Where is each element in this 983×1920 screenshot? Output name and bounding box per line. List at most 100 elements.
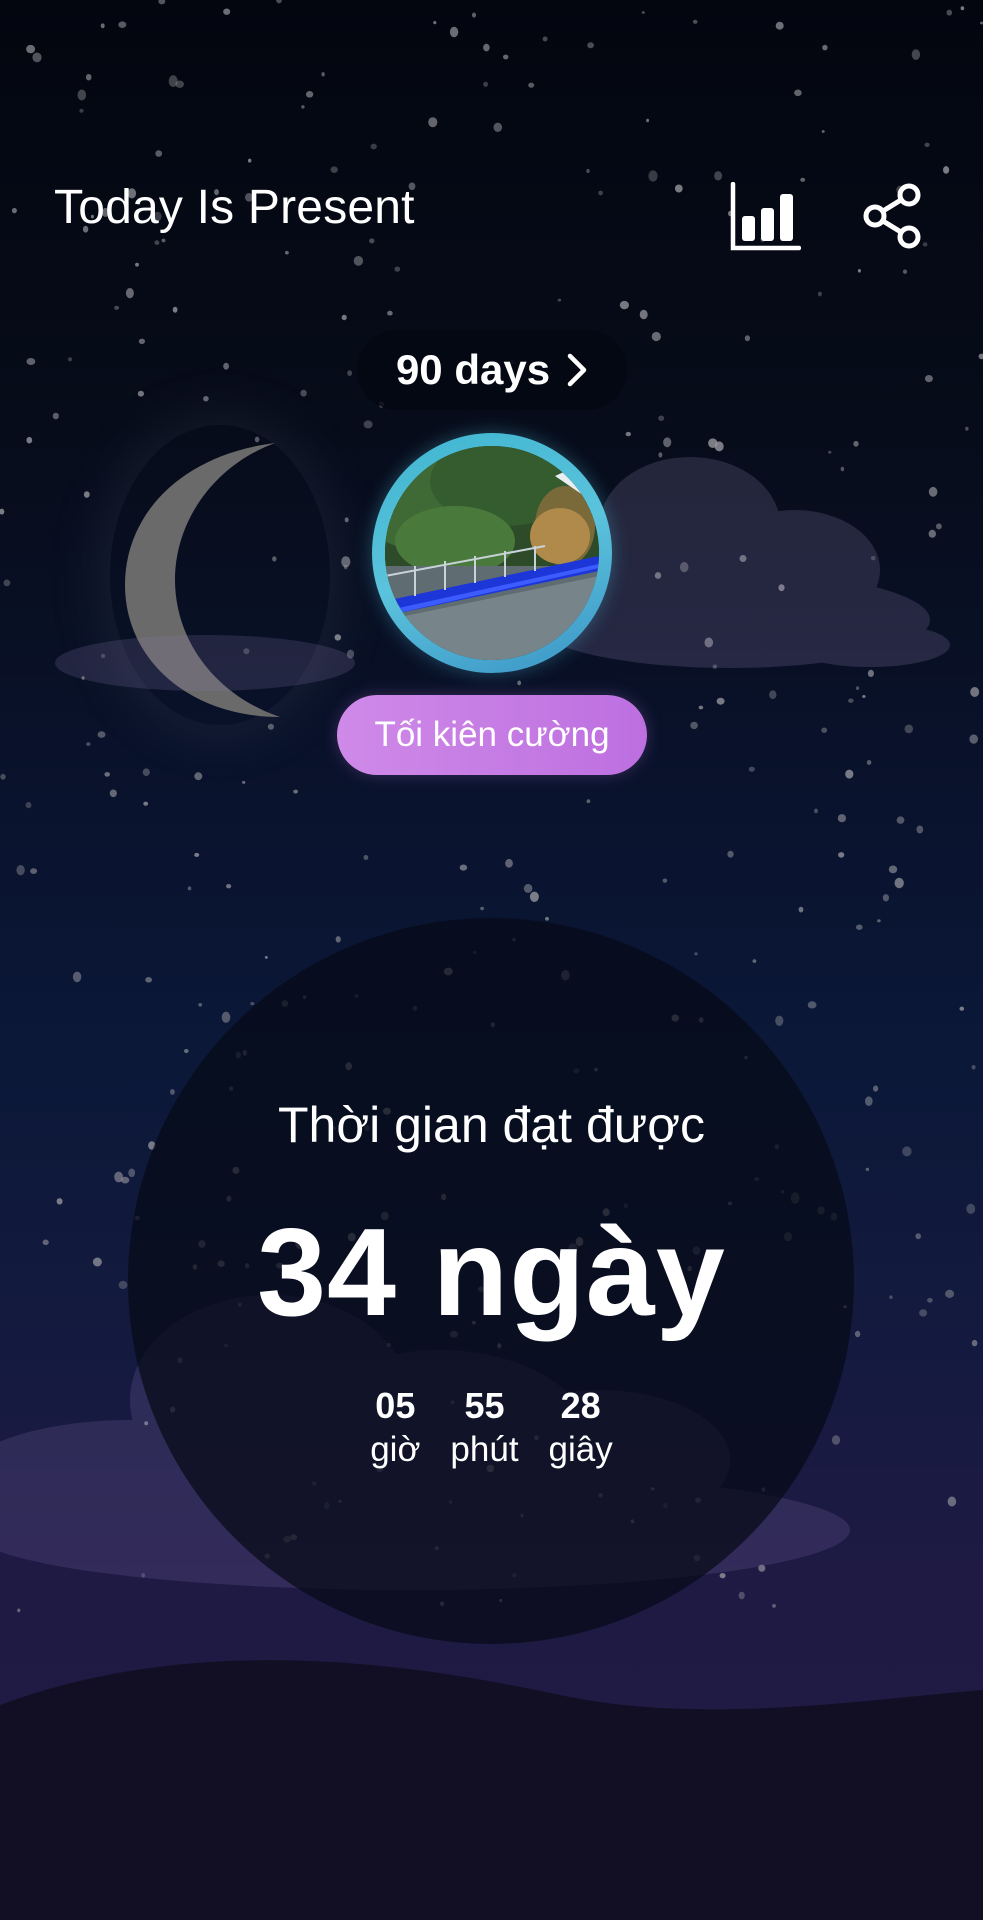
- star: [353, 256, 364, 266]
- star: [625, 431, 631, 437]
- star: [619, 300, 630, 310]
- star: [72, 971, 82, 983]
- hours-label: giờ: [370, 1430, 421, 1469]
- days-counter: 34 ngày: [257, 1204, 726, 1342]
- star: [86, 742, 91, 746]
- star: [651, 331, 661, 342]
- star: [483, 81, 488, 87]
- star: [798, 906, 804, 913]
- star: [449, 26, 459, 38]
- goal-days-label: 90 days: [395, 346, 551, 393]
- star: [347, 370, 352, 376]
- star: [817, 291, 822, 297]
- star: [641, 11, 645, 14]
- star: [11, 207, 17, 214]
- star: [587, 42, 594, 49]
- share-icon: [863, 183, 921, 249]
- star: [370, 143, 377, 150]
- star: [542, 36, 548, 42]
- star: [970, 687, 980, 697]
- star: [79, 108, 84, 113]
- star: [0, 508, 5, 515]
- star: [68, 357, 72, 362]
- time-breakdown: 05 giờ 55 phút 28 giây: [0, 1385, 983, 1473]
- star: [285, 250, 289, 255]
- star: [807, 1001, 817, 1009]
- bar-chart-icon: [730, 182, 801, 251]
- star: [865, 1167, 870, 1171]
- star: [557, 298, 562, 302]
- star: [517, 680, 522, 686]
- star: [363, 855, 369, 860]
- star: [158, 0, 166, 5]
- star: [794, 89, 802, 97]
- star: [363, 420, 373, 429]
- star: [837, 814, 847, 823]
- stats-button[interactable]: [726, 180, 804, 254]
- star: [744, 335, 751, 342]
- avatar-photo: [385, 446, 599, 660]
- star: [221, 1011, 231, 1023]
- star: [300, 389, 307, 397]
- star: [598, 190, 603, 196]
- star: [344, 517, 349, 523]
- star: [523, 883, 533, 893]
- star: [276, 0, 282, 4]
- star: [85, 74, 92, 81]
- star: [321, 72, 325, 77]
- hills-silhouette: [0, 1660, 983, 1920]
- star: [155, 150, 163, 157]
- star: [545, 916, 549, 921]
- star: [83, 491, 90, 498]
- star: [223, 362, 230, 370]
- star: [528, 82, 535, 88]
- star: [821, 727, 828, 733]
- star: [959, 1006, 965, 1011]
- star: [586, 799, 591, 804]
- star: [301, 105, 305, 109]
- goal-days-button[interactable]: 90 days: [357, 330, 627, 410]
- star: [128, 1168, 136, 1178]
- star: [503, 54, 509, 60]
- star: [662, 878, 668, 883]
- star: [170, 1089, 175, 1095]
- share-button[interactable]: [860, 182, 924, 250]
- seconds-value: 28: [560, 1385, 601, 1426]
- star: [203, 396, 209, 402]
- achieved-time-label: Thời gian đạt được: [277, 1097, 706, 1153]
- star: [16, 865, 25, 876]
- cloud-decoration: [55, 635, 355, 691]
- star: [175, 80, 184, 88]
- star: [77, 89, 87, 101]
- level-badge[interactable]: Tối kiên cường: [337, 695, 647, 775]
- star: [135, 262, 139, 267]
- star: [0, 773, 6, 780]
- hours-value: 05: [375, 1385, 416, 1426]
- avatar[interactable]: [372, 433, 612, 673]
- star: [104, 772, 110, 777]
- star: [394, 266, 401, 272]
- star: [896, 816, 905, 824]
- star: [335, 936, 341, 943]
- star: [775, 1015, 784, 1026]
- app-title: Today Is Present: [54, 181, 415, 234]
- star: [3, 579, 11, 587]
- star: [194, 852, 200, 857]
- star: [727, 850, 734, 858]
- app-screen: Today Is Present 90 days Tối kiên cường …: [0, 0, 983, 1920]
- star: [873, 1085, 879, 1092]
- star: [639, 309, 648, 320]
- star: [828, 450, 832, 454]
- star: [125, 288, 134, 299]
- star: [845, 769, 854, 779]
- star: [648, 170, 658, 182]
- star: [877, 919, 881, 923]
- star: [100, 23, 105, 29]
- star: [888, 865, 898, 874]
- star: [26, 358, 36, 365]
- star: [505, 858, 513, 868]
- seconds-unit: 28 giây: [549, 1385, 613, 1473]
- star: [52, 412, 59, 420]
- star: [969, 734, 978, 744]
- star: [30, 868, 38, 874]
